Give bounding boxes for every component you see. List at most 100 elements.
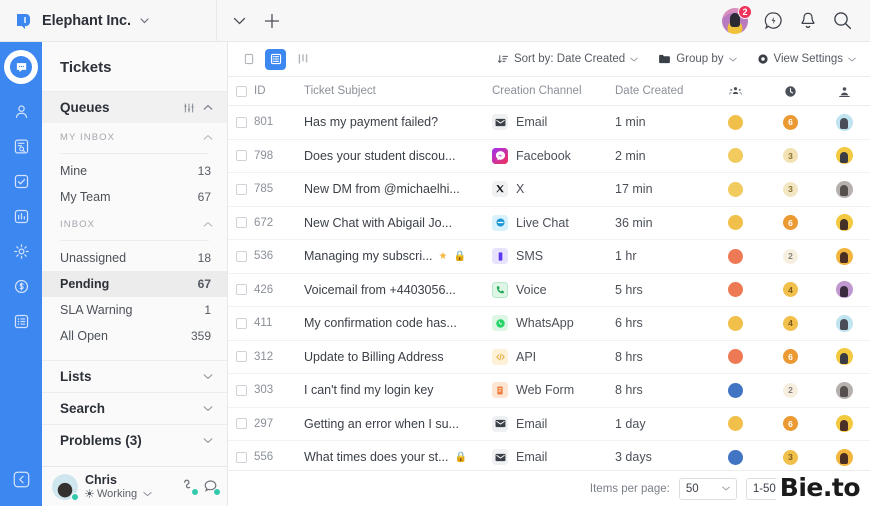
row-checkbox[interactable] <box>235 351 247 363</box>
avatar[interactable] <box>835 381 853 399</box>
rail-item-settings[interactable] <box>4 235 38 267</box>
row-checkbox[interactable] <box>235 284 247 296</box>
row-checkbox[interactable] <box>235 250 247 262</box>
brand-selector[interactable]: Elephant Inc. <box>0 11 216 30</box>
rail-item-billing[interactable] <box>4 270 38 302</box>
column-header-channel[interactable]: Creation Channel <box>492 85 615 97</box>
group-by-button[interactable]: Group by <box>658 53 737 65</box>
row-subject[interactable]: Voicemail from +4403056... <box>304 283 492 297</box>
sidebar-section-lists[interactable]: Lists <box>42 360 227 392</box>
sliders-icon[interactable] <box>183 102 195 114</box>
plus-icon[interactable] <box>264 13 280 29</box>
sidebar-section-queues[interactable]: Queues <box>42 91 227 123</box>
notification-bell-icon[interactable] <box>799 11 817 30</box>
routing-status-icon[interactable] <box>180 478 198 495</box>
rail-item-reports[interactable] <box>4 200 38 232</box>
table-row[interactable]: 312 Update to Billing Address API 8 hrs 6 <box>228 341 870 374</box>
row-subject[interactable]: Has my payment failed? <box>304 115 492 129</box>
table-row[interactable]: 297 Getting an error when I su... Email 1 d… <box>228 408 870 441</box>
rail-item-knowledge-base[interactable] <box>4 130 38 162</box>
row-subject[interactable]: Does your student discou... <box>304 149 492 163</box>
row-checkbox[interactable] <box>235 451 247 463</box>
row-subject[interactable]: New DM from @michaelhi... <box>304 182 492 196</box>
row-checkbox[interactable] <box>235 150 247 162</box>
rail-item-conversations[interactable] <box>4 50 38 84</box>
avatar[interactable] <box>835 415 853 433</box>
items-per-page-select[interactable]: 50 <box>678 477 737 500</box>
chevron-up-icon[interactable] <box>203 134 213 141</box>
rail-item-tasks[interactable] <box>4 165 38 197</box>
sidebar-item-my-team[interactable]: My Team 67 <box>42 184 227 210</box>
row-checkbox[interactable] <box>235 183 247 195</box>
row-subject[interactable]: Update to Billing Address <box>304 350 492 364</box>
sidebar-item-mine[interactable]: Mine 13 <box>42 158 227 184</box>
chevron-up-icon[interactable] <box>203 104 213 111</box>
sidebar-item-sla-warning[interactable]: SLA Warning 1 <box>42 297 227 323</box>
sort-by-button[interactable]: Sort by: Date Created <box>497 53 638 65</box>
avatar[interactable] <box>835 147 853 165</box>
table-row[interactable]: 798 Does your student discou... Facebook 2 … <box>228 140 870 173</box>
row-subject[interactable]: New Chat with Abigail Jo... <box>304 216 492 230</box>
avatar[interactable] <box>835 113 853 131</box>
user-avatar-button[interactable]: 2 <box>722 4 752 34</box>
row-subject[interactable]: My confirmation code has... <box>304 316 492 330</box>
select-all-checkbox[interactable] <box>235 85 247 97</box>
row-subject[interactable]: Getting an error when I su... <box>304 417 492 431</box>
column-header-group[interactable] <box>708 85 763 97</box>
column-header-sla[interactable] <box>763 85 818 98</box>
chevron-down-icon[interactable] <box>233 17 246 25</box>
search-icon[interactable] <box>833 11 852 30</box>
table-row[interactable]: 303 I can't find my login key Web Form 8 hr… <box>228 374 870 408</box>
row-checkbox[interactable] <box>235 418 247 430</box>
avatar[interactable] <box>835 314 853 332</box>
table-row[interactable]: 556 What times does your st... 🔒 Email 3 day… <box>228 441 870 470</box>
rail-item-contacts[interactable] <box>4 95 38 127</box>
chevron-down-icon[interactable] <box>203 437 213 444</box>
table-row[interactable]: 536 Managing my subscri... ★ 🔒 SMS 1 hr 2 <box>228 240 870 274</box>
sidebar-item-unassigned[interactable]: Unassigned 18 <box>42 245 227 271</box>
column-header-agent[interactable] <box>818 85 870 98</box>
column-header-subject[interactable]: Ticket Subject <box>304 85 492 97</box>
avatar[interactable] <box>835 348 853 366</box>
sidebar-group-inbox[interactable]: INBOX <box>42 210 227 235</box>
view-mode-table-button[interactable] <box>265 48 286 70</box>
avatar[interactable] <box>835 281 853 299</box>
chevron-down-icon[interactable] <box>143 491 152 497</box>
row-checkbox[interactable] <box>235 217 247 229</box>
table-row[interactable]: 411 My confirmation code has... WhatsApp 6 … <box>228 307 870 341</box>
chevron-down-icon[interactable] <box>140 17 149 24</box>
column-header-date[interactable]: Date Created <box>615 85 708 97</box>
chevron-down-icon[interactable] <box>203 373 213 380</box>
row-subject[interactable]: Managing my subscri... ★ 🔒 <box>304 249 492 263</box>
sidebar-group-my-inbox[interactable]: MY INBOX <box>42 123 227 148</box>
row-checkbox[interactable] <box>235 384 247 396</box>
avatar[interactable] <box>835 247 853 265</box>
row-checkbox[interactable] <box>235 317 247 329</box>
flash-message-icon[interactable] <box>764 11 783 30</box>
sidebar-section-search[interactable]: Search <box>42 392 227 424</box>
table-row[interactable]: 785 New DM from @michaelhi... X 17 min 3 <box>228 173 870 207</box>
view-mode-kanban-button[interactable] <box>292 49 313 70</box>
table-row[interactable]: 426 Voicemail from +4403056... Voice 5 hrs 4 <box>228 274 870 307</box>
avatar[interactable] <box>835 180 853 198</box>
chat-status-icon[interactable] <box>202 478 220 495</box>
avatar[interactable] <box>52 473 79 501</box>
sidebar-section-problems[interactable]: Problems (3) <box>42 424 227 456</box>
rail-collapse-button[interactable] <box>4 463 38 495</box>
row-subject[interactable]: What times does your st... 🔒 <box>304 450 492 464</box>
table-row[interactable]: 672 New Chat with Abigail Jo... Live Chat 3… <box>228 207 870 240</box>
chevron-down-icon[interactable] <box>203 405 213 412</box>
row-subject[interactable]: I can't find my login key <box>304 383 492 397</box>
avatar[interactable] <box>835 448 853 466</box>
avatar[interactable] <box>835 214 853 232</box>
row-checkbox[interactable] <box>235 116 247 128</box>
chevron-up-icon[interactable] <box>203 221 213 228</box>
view-settings-button[interactable]: View Settings <box>757 53 856 65</box>
view-mode-card-button[interactable] <box>238 49 259 70</box>
rail-item-lists[interactable] <box>4 305 38 337</box>
sidebar-item-pending[interactable]: Pending 67 <box>42 271 227 297</box>
table-row[interactable]: 801 Has my payment failed? Email 1 min 6 <box>228 106 870 140</box>
sidebar-item-all-open[interactable]: All Open 359 <box>42 323 227 349</box>
user-status[interactable]: Working <box>85 488 152 500</box>
column-header-id[interactable]: ID <box>254 85 304 97</box>
